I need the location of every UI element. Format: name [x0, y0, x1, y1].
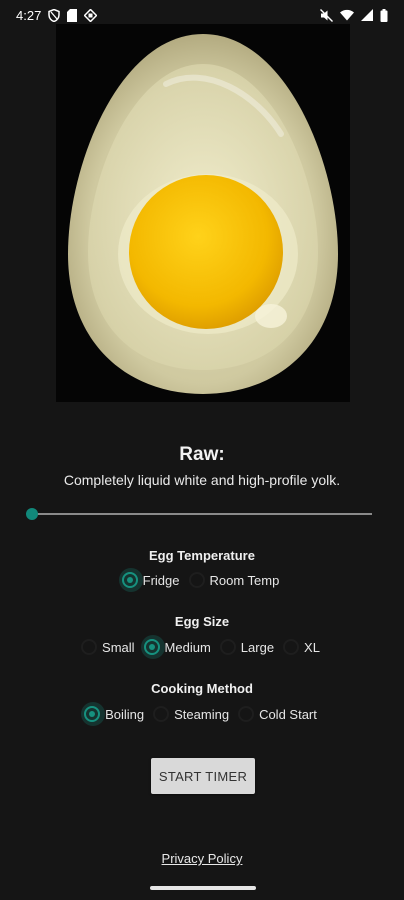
app-notification-icon	[84, 8, 98, 22]
raw-egg-illustration	[56, 24, 350, 402]
battery-icon	[380, 8, 388, 22]
egg-temperature-group: Fridge Room Temp	[0, 568, 404, 592]
radio-button[interactable]	[186, 568, 210, 592]
mute-icon	[320, 8, 333, 22]
status-left: 4:27	[16, 7, 98, 23]
radio-label: Cold Start	[259, 706, 317, 722]
cooking-method-group: Boiling Steaming Cold Start	[0, 702, 404, 726]
privacy-policy-link[interactable]: Privacy Policy	[0, 851, 404, 866]
stage-description: Completely liquid white and high-profile…	[63, 472, 341, 488]
radio-label: Boiling	[105, 706, 145, 722]
shield-icon	[48, 8, 61, 22]
radio-button[interactable]	[280, 635, 304, 659]
radio-button[interactable]	[118, 568, 143, 592]
radio-button[interactable]	[217, 635, 241, 659]
radio-label: Room Temp	[209, 572, 280, 588]
slider-thumb[interactable]	[26, 508, 38, 520]
radio-label: Medium	[164, 639, 211, 655]
radio-button[interactable]	[81, 702, 106, 726]
home-indicator[interactable]	[150, 886, 256, 890]
radio-option-boiling[interactable]: Boiling	[81, 702, 144, 726]
sd-card-icon	[67, 8, 78, 22]
radio-option-cold-start[interactable]: Cold Start	[235, 702, 317, 726]
radio-option-medium[interactable]: Medium	[140, 635, 211, 659]
egg-temperature-label: Egg Temperature	[149, 548, 255, 563]
radio-button[interactable]	[78, 635, 102, 659]
radio-label: Large	[240, 639, 275, 655]
cooking-method-label: Cooking Method	[151, 681, 253, 696]
radio-option-room-temp[interactable]: Room Temp	[186, 568, 280, 592]
radio-button[interactable]	[235, 702, 259, 726]
start-timer-button[interactable]: START TIMER	[151, 758, 255, 794]
status-time: 4:27	[16, 7, 42, 23]
signal-icon	[361, 9, 373, 21]
radio-option-steaming[interactable]: Steaming	[150, 702, 229, 726]
radio-label: Fridge	[142, 572, 180, 588]
doneness-slider[interactable]	[24, 505, 376, 523]
slider-track	[32, 513, 372, 515]
radio-label: XL	[304, 639, 320, 655]
radio-option-fridge[interactable]: Fridge	[118, 568, 180, 592]
radio-option-xl[interactable]: XL	[280, 635, 320, 659]
radio-button[interactable]	[140, 635, 165, 659]
radio-button[interactable]	[150, 702, 174, 726]
radio-label: Steaming	[174, 706, 230, 722]
radio-option-small[interactable]: Small	[78, 635, 135, 659]
egg-size-group: Small Medium Large XL	[0, 635, 404, 659]
stage-title: Raw:	[179, 444, 225, 465]
egg-size-label: Egg Size	[174, 614, 230, 629]
radio-label: Small	[102, 639, 135, 655]
radio-option-large[interactable]: Large	[217, 635, 274, 659]
wifi-icon	[340, 9, 354, 21]
egg-image	[56, 24, 350, 402]
status-right	[320, 8, 388, 22]
